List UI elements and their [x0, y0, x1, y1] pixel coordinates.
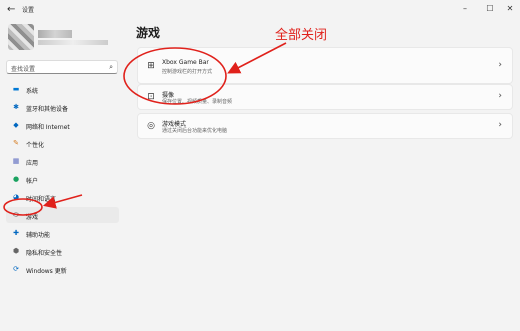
wifi-icon: ◆: [13, 121, 19, 129]
window-title: 设置: [22, 7, 35, 14]
card-captures[interactable]: ⊡ 摄像 保存位置、视频质量、录制音频 ›: [137, 84, 513, 110]
chevron-right-icon: ›: [498, 91, 502, 101]
user-profile[interactable]: [8, 24, 118, 52]
sidebar-item-personalization[interactable]: ✎ 个性化: [6, 135, 119, 151]
maximize-icon[interactable]: ☐: [481, 2, 499, 16]
page-title: 游戏: [136, 26, 161, 40]
xbox-game-bar-icon: ⊞: [147, 61, 155, 71]
sidebar-item-accessibility[interactable]: ✚ 辅助功能: [6, 225, 119, 241]
search-input[interactable]: 查找设置 ⌕: [6, 60, 118, 74]
sidebar-item-label: 应用: [26, 160, 39, 167]
close-icon[interactable]: ✕: [501, 2, 519, 16]
sidebar-item-windows-update[interactable]: ⟳ Windows 更新: [6, 261, 119, 277]
sidebar-item-time-language[interactable]: ◕ 时间和语言: [6, 189, 119, 205]
user-name-blurred: [38, 30, 72, 38]
sidebar-item-label: 帐户: [26, 178, 39, 185]
card-title: Xbox Game Bar: [162, 59, 209, 66]
sidebar-item-label: Windows 更新: [26, 268, 67, 275]
accessibility-icon: ✚: [13, 229, 19, 237]
sidebar-item-gaming[interactable]: ⬭ 游戏: [6, 207, 119, 223]
sidebar-item-label: 辅助功能: [26, 232, 51, 239]
card-subtitle: 控制游戏栏的打开方式: [162, 69, 213, 75]
sidebar-item-label: 时间和语言: [26, 196, 57, 203]
sidebar-item-label: 网络和 Internet: [26, 124, 70, 131]
chevron-right-icon: ›: [498, 60, 502, 70]
update-icon: ⟳: [13, 265, 19, 273]
user-email-blurred: [38, 40, 108, 45]
shield-icon: ⬢: [12, 247, 20, 255]
avatar: [8, 24, 34, 50]
sidebar-item-apps[interactable]: ▦ 应用: [6, 153, 119, 169]
globe-clock-icon: ◕: [12, 193, 20, 201]
chevron-right-icon: ›: [498, 120, 502, 130]
annotation-text: 全部关闭: [275, 28, 328, 43]
sidebar-item-privacy[interactable]: ⬢ 隐私和安全性: [6, 243, 119, 259]
card-subtitle: 保存位置、视频质量、录制音频: [162, 99, 233, 105]
title-bar: ← 设置 – ☐ ✕: [0, 0, 520, 20]
capture-icon: ⊡: [147, 92, 155, 102]
person-icon: ●: [12, 175, 20, 183]
sidebar-item-system[interactable]: ▬ 系统: [6, 81, 119, 97]
apps-icon: ▦: [12, 157, 20, 165]
game-mode-icon: ◎: [147, 121, 155, 131]
sidebar-item-accounts[interactable]: ● 帐户: [6, 171, 119, 187]
sidebar-item-network[interactable]: ◆ 网络和 Internet: [6, 117, 119, 133]
card-game-mode[interactable]: ◎ 游戏模式 通过关闭后台功能来优化电脑 ›: [137, 113, 513, 139]
card-xbox-game-bar[interactable]: ⊞ Xbox Game Bar 控制游戏栏的打开方式 ›: [137, 47, 513, 84]
back-arrow-icon[interactable]: ←: [7, 4, 19, 16]
card-subtitle: 通过关闭后台功能来优化电脑: [162, 128, 228, 134]
sidebar-item-bluetooth[interactable]: ✱ 蓝牙和其他设备: [6, 99, 119, 115]
sidebar-item-label: 个性化: [26, 142, 45, 149]
monitor-icon: ▬: [12, 85, 20, 93]
sidebar-item-label: 隐私和安全性: [26, 250, 63, 257]
search-placeholder: 查找设置: [11, 66, 36, 73]
search-icon: ⌕: [109, 63, 113, 71]
gamepad-icon: ⬭: [13, 211, 19, 219]
sidebar-item-label: 蓝牙和其他设备: [26, 106, 69, 113]
bluetooth-icon: ✱: [13, 103, 19, 111]
brush-icon: ✎: [13, 139, 19, 147]
sidebar-nav: ▬ 系统 ✱ 蓝牙和其他设备 ◆ 网络和 Internet ✎ 个性化 ▦ 应用…: [6, 81, 119, 279]
sidebar-item-label: 系统: [26, 88, 39, 95]
minimize-icon[interactable]: –: [456, 2, 474, 16]
sidebar-item-label: 游戏: [26, 214, 39, 221]
